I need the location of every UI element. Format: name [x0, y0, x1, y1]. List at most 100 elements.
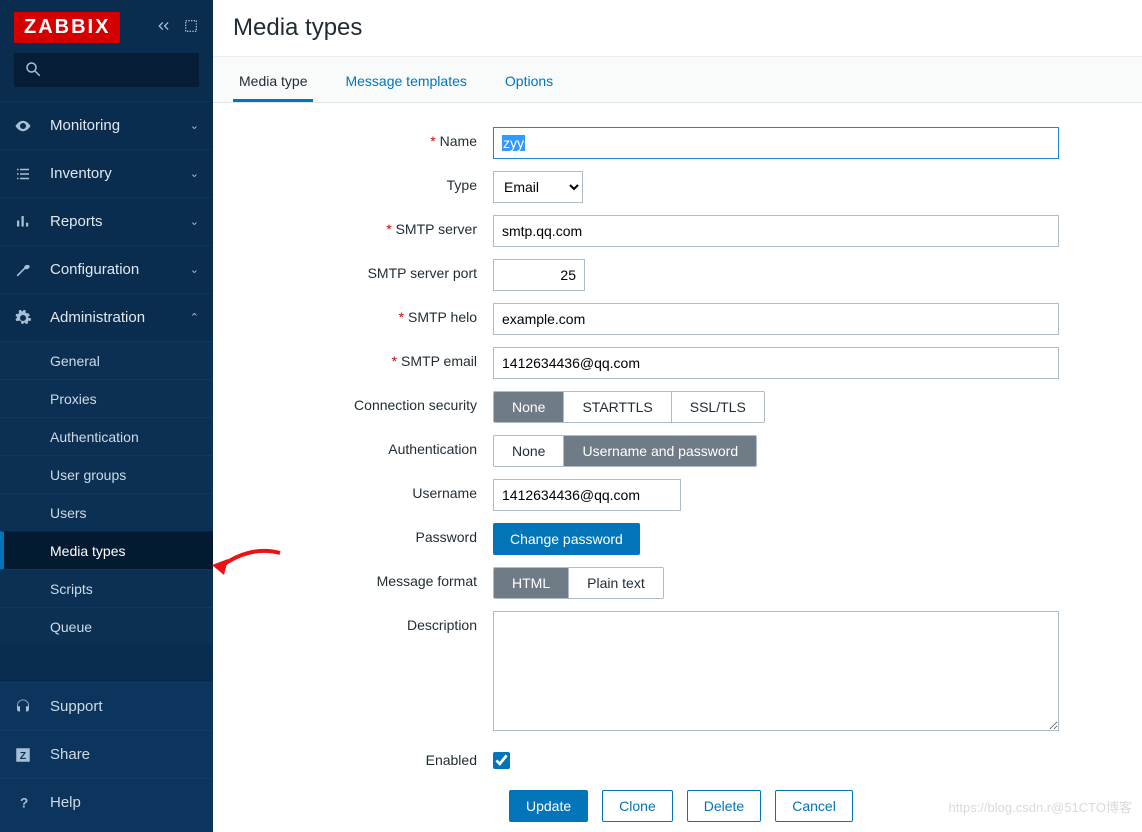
- enabled-checkbox[interactable]: [493, 752, 510, 769]
- description-textarea[interactable]: [493, 611, 1059, 731]
- svg-text:Z: Z: [20, 749, 27, 761]
- admin-submenu: General Proxies Authentication User grou…: [0, 341, 213, 645]
- sub-queue[interactable]: Queue: [0, 607, 213, 645]
- nav-label: Share: [50, 746, 90, 763]
- password-label: Password: [233, 523, 493, 545]
- change-password-button[interactable]: Change password: [493, 523, 640, 555]
- connsec-group: None STARTTLS SSL/TLS: [493, 391, 765, 423]
- nav-administration[interactable]: Administration ⌃: [0, 293, 213, 341]
- nav-help[interactable]: ? Help: [0, 778, 213, 826]
- connsec-label: Connection security: [233, 391, 493, 413]
- action-row: Update Clone Delete Cancel: [509, 790, 1122, 822]
- smtp-port-input[interactable]: [493, 259, 585, 291]
- form: Name zyy Type Email SMTP server SMTP ser…: [213, 103, 1142, 832]
- tab-options[interactable]: Options: [499, 63, 559, 102]
- sub-proxies[interactable]: Proxies: [0, 379, 213, 417]
- chart-icon: [14, 213, 36, 231]
- logo: ZABBIX: [14, 12, 120, 43]
- question-icon: ?: [14, 794, 36, 812]
- type-label: Type: [233, 171, 493, 193]
- smtp-port-label: SMTP server port: [233, 259, 493, 281]
- headset-icon: [14, 698, 36, 716]
- name-value: zyy: [502, 135, 525, 151]
- smtp-helo-input[interactable]: [493, 303, 1059, 335]
- auth-group: None Username and password: [493, 435, 757, 467]
- msgformat-label: Message format: [233, 567, 493, 589]
- msgformat-html[interactable]: HTML: [494, 568, 568, 598]
- tab-label: Message templates: [345, 73, 466, 89]
- update-button[interactable]: Update: [509, 790, 588, 822]
- main: Media types Media type Message templates…: [213, 0, 1142, 832]
- auth-label: Authentication: [233, 435, 493, 457]
- auth-none[interactable]: None: [494, 436, 563, 466]
- chevron-up-icon: ⌃: [190, 311, 199, 324]
- type-select[interactable]: Email: [493, 171, 583, 203]
- tab-media-type[interactable]: Media type: [233, 63, 313, 102]
- sub-authentication[interactable]: Authentication: [0, 417, 213, 455]
- z-icon: Z: [14, 746, 36, 764]
- auth-userpass[interactable]: Username and password: [563, 436, 756, 466]
- list-icon: [14, 165, 36, 183]
- tabs: Media type Message templates Options: [213, 57, 1142, 103]
- smtp-server-input[interactable]: [493, 215, 1059, 247]
- connsec-none[interactable]: None: [494, 392, 563, 422]
- nav-label: Monitoring: [50, 117, 120, 134]
- nav-reports[interactable]: Reports ⌄: [0, 197, 213, 245]
- collapse-icon[interactable]: [155, 18, 171, 37]
- delete-button[interactable]: Delete: [687, 790, 761, 822]
- sub-label: Proxies: [50, 391, 97, 407]
- sub-scripts[interactable]: Scripts: [0, 569, 213, 607]
- sub-label: Authentication: [50, 429, 139, 445]
- clone-button[interactable]: Clone: [602, 790, 673, 822]
- svg-text:?: ?: [20, 795, 28, 810]
- description-label: Description: [233, 611, 493, 633]
- smtp-email-label: SMTP email: [233, 347, 493, 369]
- nav-label: Administration: [50, 309, 145, 326]
- gear-icon: [14, 309, 36, 327]
- sidebar: ZABBIX Monitoring ⌄ Inventory ⌄: [0, 0, 213, 832]
- nav-label: Configuration: [50, 261, 139, 278]
- sub-general[interactable]: General: [0, 341, 213, 379]
- chevron-down-icon: ⌄: [190, 215, 199, 228]
- sub-label: User groups: [50, 467, 126, 483]
- sub-label: Media types: [50, 543, 125, 559]
- nav-configuration[interactable]: Configuration ⌄: [0, 245, 213, 293]
- wrench-icon: [14, 261, 36, 279]
- chevron-down-icon: ⌄: [190, 263, 199, 276]
- nav-share[interactable]: Z Share: [0, 730, 213, 778]
- tab-label: Media type: [239, 73, 307, 89]
- nav-label: Inventory: [50, 165, 112, 182]
- smtp-server-label: SMTP server: [233, 215, 493, 237]
- name-label: Name: [233, 127, 493, 149]
- sub-label: Queue: [50, 619, 92, 635]
- name-input[interactable]: zyy: [493, 127, 1059, 159]
- connsec-ssltls[interactable]: SSL/TLS: [671, 392, 764, 422]
- eye-icon: [14, 117, 36, 135]
- sub-label: Users: [50, 505, 87, 521]
- sub-user-groups[interactable]: User groups: [0, 455, 213, 493]
- fullscreen-icon[interactable]: [183, 18, 199, 37]
- nav-inventory[interactable]: Inventory ⌄: [0, 149, 213, 197]
- sub-media-types[interactable]: Media types: [0, 531, 213, 569]
- smtp-email-input[interactable]: [493, 347, 1059, 379]
- tab-label: Options: [505, 73, 553, 89]
- page-title: Media types: [213, 0, 1142, 57]
- cancel-button[interactable]: Cancel: [775, 790, 853, 822]
- username-input[interactable]: [493, 479, 681, 511]
- sidebar-header: ZABBIX: [0, 0, 213, 53]
- search-icon: [24, 60, 42, 81]
- sub-users[interactable]: Users: [0, 493, 213, 531]
- sub-label: Scripts: [50, 581, 93, 597]
- smtp-helo-label: SMTP helo: [233, 303, 493, 325]
- connsec-starttls[interactable]: STARTTLS: [563, 392, 670, 422]
- nav-label: Support: [50, 698, 103, 715]
- search-input[interactable]: [14, 53, 199, 87]
- nav: Monitoring ⌄ Inventory ⌄ Reports ⌄ Confi…: [0, 101, 213, 645]
- nav-label: Reports: [50, 213, 103, 230]
- msgformat-group: HTML Plain text: [493, 567, 664, 599]
- tab-message-templates[interactable]: Message templates: [339, 63, 472, 102]
- nav-support[interactable]: Support: [0, 682, 213, 730]
- nav-monitoring[interactable]: Monitoring ⌄: [0, 101, 213, 149]
- chevron-down-icon: ⌄: [190, 119, 199, 132]
- msgformat-plain[interactable]: Plain text: [568, 568, 663, 598]
